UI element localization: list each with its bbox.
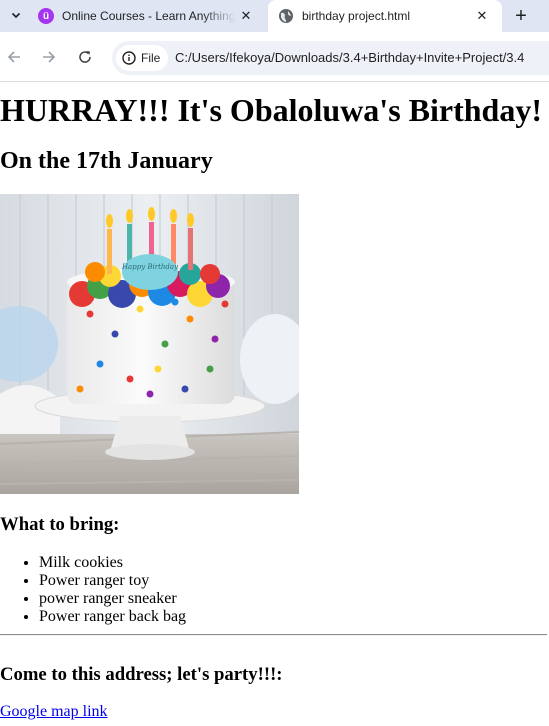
url-text[interactable]: C:/Users/Ifekoya/Downloads/3.4+Birthday+… [175,41,524,75]
page-title: HURRAY!!! It's Obaloluwa's Birthday! [0,92,542,128]
divider [0,634,547,636]
address-heading: Come to this address; let's party!!!: [0,664,283,685]
page-content: HURRAY!!! It's Obaloluwa's Birthday! On … [0,82,549,726]
tab-birthday-project[interactable]: birthday project.html ✕ [268,0,502,32]
address-bar[interactable]: File C:/Users/Ifekoya/Downloads/3.4+Birt… [112,41,549,75]
info-icon [122,51,136,65]
reload-button[interactable] [73,45,97,69]
birthday-cake-image: Happy Birthday [0,194,299,494]
bring-heading: What to bring: [0,514,120,535]
tab-search-button[interactable] [2,2,30,30]
site-chip-label: File [141,51,161,65]
close-icon[interactable]: ✕ [472,6,492,26]
cake-topper-text: Happy Birthday [121,263,179,271]
tab-title: Online Courses - Learn Anything [62,9,236,23]
list-item: Milk cookies [39,554,186,572]
bring-list: Milk cookies Power ranger toy power rang… [0,554,186,626]
udemy-icon: ü [38,8,54,24]
browser-toolbar: File C:/Users/Ifekoya/Downloads/3.4+Birt… [0,32,549,82]
site-info-chip[interactable]: File [116,45,169,71]
back-arrow-icon [7,51,20,63]
list-item: Power ranger toy [39,572,186,590]
chevron-down-icon [11,10,21,23]
tab-online-courses[interactable]: ü Online Courses - Learn Anything ✕ [30,0,266,32]
forward-button[interactable] [37,45,61,69]
back-button[interactable] [2,45,26,69]
plus-icon: + [515,4,527,27]
globe-icon [278,8,294,24]
google-map-link[interactable]: Google map link [0,703,108,721]
forward-arrow-icon [43,51,56,63]
tab-strip: ü Online Courses - Learn Anything ✕ birt… [0,0,549,32]
close-icon[interactable]: ✕ [236,6,256,26]
list-item: power ranger sneaker [39,590,186,608]
list-item: Power ranger back bag [39,608,186,626]
tab-title: birthday project.html [302,9,411,23]
new-tab-button[interactable]: + [508,4,534,28]
reload-icon [79,51,91,63]
date-heading: On the 17th January [0,148,213,174]
